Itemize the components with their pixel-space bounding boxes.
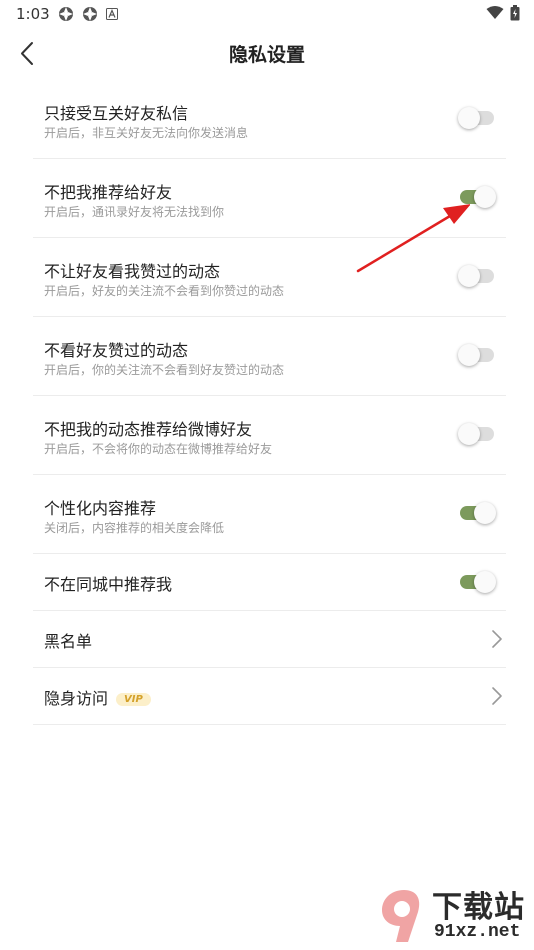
setting-title: 不让好友看我赞过的动态 <box>44 262 221 281</box>
setting-subtitle: 开启后，非互关好友无法向你发送消息 <box>44 126 249 140</box>
vip-badge: VIP <box>116 693 151 706</box>
setting-subtitle: 开启后，通讯录好友将无法找到你 <box>44 205 225 219</box>
setting-title: 不看好友赞过的动态 <box>44 341 189 360</box>
toggle-knob <box>474 571 496 593</box>
header: 隐私设置 <box>0 28 534 80</box>
status-time: 1:03 <box>16 5 50 23</box>
setting-row: 不把我的动态推荐给微博好友 开启后，不会将你的动态在微博推荐给好友 <box>33 396 506 475</box>
setting-row: 不看好友赞过的动态 开启后，你的关注流不会看到好友赞过的动态 <box>33 317 506 396</box>
toggle-knob <box>458 344 480 366</box>
chevron-right-icon[interactable] <box>490 628 504 650</box>
app-notification-icon <box>83 7 97 21</box>
wifi-icon <box>486 6 504 19</box>
toggle-switch[interactable] <box>460 571 496 593</box>
toggle-knob <box>474 186 496 208</box>
keyboard-notification-icon <box>106 8 118 20</box>
toggle-switch[interactable] <box>458 107 494 129</box>
setting-subtitle: 开启后，好友的关注流不会看到你赞过的动态 <box>44 284 285 298</box>
blacklist-row[interactable]: 黑名单 <box>33 611 506 668</box>
setting-row: 不让好友看我赞过的动态 开启后，好友的关注流不会看到你赞过的动态 <box>33 238 506 317</box>
toggle-knob <box>458 107 480 129</box>
toggle-switch[interactable] <box>458 344 494 366</box>
link-title: 黑名单 <box>44 632 93 651</box>
setting-title: 不把我推荐给好友 <box>44 183 173 202</box>
toggle-knob <box>458 265 480 287</box>
toggle-knob <box>474 502 496 524</box>
setting-title: 不在同城中推荐我 <box>44 575 173 594</box>
status-icons-right <box>486 5 520 21</box>
status-icons-left <box>58 6 118 22</box>
settings-list: 只接受互关好友私信 开启后，非互关好友无法向你发送消息 不把我推荐给好友 开启后… <box>33 80 506 725</box>
page-title: 隐私设置 <box>228 44 305 66</box>
toggle-switch[interactable] <box>458 265 494 287</box>
invisible-visit-row[interactable]: 隐身访问 VIP <box>33 668 506 725</box>
watermark-domain: 91xz.net <box>434 922 521 942</box>
setting-subtitle: 开启后，不会将你的动态在微博推荐给好友 <box>44 442 273 456</box>
toggle-knob <box>458 423 480 445</box>
link-title-text: 隐身访问 <box>44 689 109 708</box>
status-bar: 1:03 <box>0 0 534 28</box>
setting-title: 只接受互关好友私信 <box>44 104 189 123</box>
setting-title: 不把我的动态推荐给微博好友 <box>44 420 253 439</box>
watermark-brand: 下载站 <box>432 890 525 925</box>
link-title: 隐身访问 VIP <box>44 685 151 709</box>
setting-subtitle: 开启后，你的关注流不会看到好友赞过的动态 <box>44 363 285 377</box>
setting-row: 不在同城中推荐我 <box>33 554 506 611</box>
setting-subtitle: 关闭后，内容推荐的相关度会降低 <box>44 521 225 535</box>
watermark-logo-icon <box>382 890 420 942</box>
toggle-switch[interactable] <box>460 186 496 208</box>
watermark: 下载站 91xz.net <box>374 880 534 950</box>
setting-title: 个性化内容推荐 <box>44 499 157 518</box>
chevron-right-icon[interactable] <box>490 685 504 707</box>
battery-icon <box>510 5 520 21</box>
setting-row: 个性化内容推荐 关闭后，内容推荐的相关度会降低 <box>33 475 506 554</box>
setting-row: 只接受互关好友私信 开启后，非互关好友无法向你发送消息 <box>33 80 506 159</box>
app-notification-icon <box>59 7 73 21</box>
toggle-switch[interactable] <box>458 423 494 445</box>
setting-row: 不把我推荐给好友 开启后，通讯录好友将无法找到你 <box>33 159 506 238</box>
toggle-switch[interactable] <box>460 502 496 524</box>
